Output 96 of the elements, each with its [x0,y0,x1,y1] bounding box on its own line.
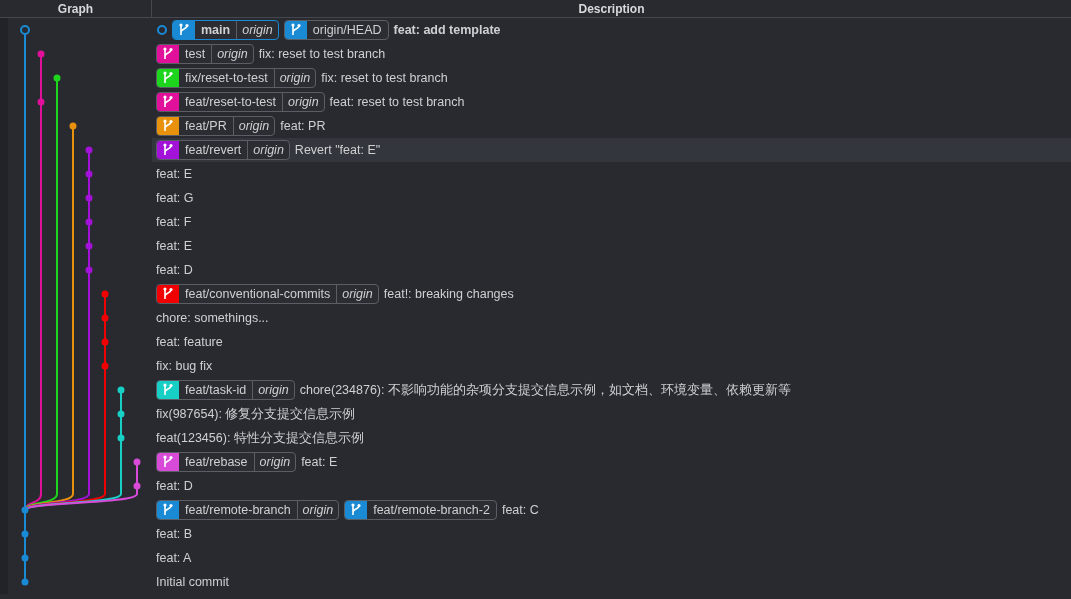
commit-row[interactable]: feat: D [152,258,1071,282]
commit-row[interactable]: feat/PR origin feat: PR [152,114,1071,138]
commit-message: Initial commit [156,575,229,589]
commit-row[interactable]: feat: G [152,186,1071,210]
commit-row[interactable]: feat: E [152,234,1071,258]
commit-row[interactable]: fix(987654): 修复分支提交信息示例 [152,402,1071,426]
branch-name: feat/task-id [184,382,248,399]
remote-name: origin [252,381,294,399]
branch-tag[interactable]: main origin [172,20,279,40]
commit-message: feat: feature [156,335,223,349]
remote-name: origin [282,93,324,111]
column-header: Graph [0,0,152,17]
remote-name: origin [253,453,296,471]
commit-message: fix: reset to test branch [258,47,386,61]
branch-name: feat/revert [184,142,243,159]
commit-message: feat: F [156,215,192,229]
commit-message: feat: D [156,479,193,493]
branch-name: feat/rebase [184,454,249,471]
commit-message: feat: C [501,503,539,517]
branch-icon [157,285,179,303]
branch-name: fix/reset-to-test [184,70,269,87]
commit-message: fix: reset to test branch [321,71,448,85]
branch-tag[interactable]: feat/remote-branch-2 [344,500,497,520]
branch-name: test [184,46,207,63]
commit-message: chore: somethings... [156,311,269,325]
branch-icon [345,501,368,519]
commit-message: feat: reset to test branch [329,95,465,109]
commit-row[interactable]: fix/reset-to-test origin fix: reset to test branch [152,66,1071,90]
branch-icon [157,501,179,519]
commit-row[interactable]: feat: A [152,546,1071,570]
commit-row[interactable]: main origin origin/HEAD feat: add template [152,18,1071,42]
branch-icon [284,21,307,39]
commit-message: feat: G [156,191,194,205]
remote-name: origin [232,117,275,135]
commit-row[interactable]: feat(123456): 特性分支提交信息示例 [152,426,1071,450]
branch-tag[interactable]: feat/PR origin [156,116,276,136]
branch-icon [157,117,179,135]
remote-name: origin [273,69,316,87]
commit-message: feat(123456): 特性分支提交信息示例 [156,429,364,447]
branch-tag[interactable]: feat/task-id origin [156,380,295,400]
commit-message: feat: PR [280,119,326,133]
commit-row[interactable]: fix: bug fix [152,354,1071,378]
commit-row[interactable]: feat/remote-branch origin feat/remote-branch-2 feat: C [152,498,1071,522]
branch-name: feat/remote-branch [184,502,292,519]
branch-icon [157,93,179,111]
commit-row[interactable]: feat/task-id origin chore(234876): 不影响功能的杂项分支提交信息示例，如文档、环境变量、依赖更新等 [152,378,1071,402]
branch-icon [157,453,179,471]
commit-message: Revert "feat: E" [294,143,381,157]
commit-message: feat: A [156,551,192,565]
commit-row[interactable]: feat/reset-to-test origin feat: reset to test branch [152,90,1071,114]
remote-name: origin [296,501,339,519]
commit-row[interactable]: feat: B [152,522,1071,546]
commit-message: fix(987654): 修复分支提交信息示例 [156,405,356,423]
commit-message: feat!: breaking changes [383,287,514,301]
branch-name: feat/reset-to-test [184,94,277,111]
remote-name: origin [211,45,253,63]
commit-row[interactable]: chore: somethings... [152,306,1071,330]
branch-name: feat/PR [184,118,228,135]
commit-row[interactable]: feat/conventional-commits origin feat!: breaking changes [152,282,1071,306]
branch-tag[interactable]: feat/remote-branch origin [156,500,340,520]
commit-row[interactable]: feat: E [152,162,1071,186]
branch-tag[interactable]: test origin [156,44,254,64]
branch-name: feat/conventional-commits [184,286,332,303]
commit-row[interactable]: feat/revert origin Revert "feat: E" [152,138,1071,162]
commit-row[interactable]: feat/rebase origin feat: E [152,450,1071,474]
commit-row[interactable]: feat: feature [152,330,1071,354]
branch-tag[interactable]: origin/HEAD [283,20,389,40]
commit-message: feat: E [156,167,193,181]
remote-name: origin [247,141,289,159]
commit-message: feat: E [301,455,338,469]
branch-icon [157,45,179,63]
commit-message: chore(234876): 不影响功能的杂项分支提交信息示例，如文档、环境变量、依赖更新等 [299,381,791,399]
column-header: Description [577,0,646,17]
branch-tag[interactable]: feat/revert origin [156,140,290,160]
branch-tag[interactable]: feat/rebase origin [156,452,297,472]
commit-message: fix: bug fix [156,359,213,373]
branch-name: feat/remote-branch-2 [372,502,491,519]
commit-message: feat: add template [393,23,501,37]
branch-tag[interactable]: fix/reset-to-test origin [156,68,317,88]
remote-name: origin [336,285,378,303]
branch-icon [157,381,179,399]
commit-row[interactable]: feat: D [152,474,1071,498]
branch-icon [173,21,195,39]
branch-name: origin/HEAD [311,22,383,39]
branch-name: main [200,22,232,39]
branch-tag[interactable]: feat/reset-to-test origin [156,92,325,112]
commit-row[interactable]: Initial commit [152,570,1071,594]
commit-row[interactable]: feat: F [152,210,1071,234]
commit-message: feat: B [156,527,193,541]
branch-icon [157,69,179,87]
commit-message: feat: D [156,263,193,277]
branch-tag[interactable]: feat/conventional-commits origin [156,284,379,304]
branch-icon [157,141,179,159]
commit-row[interactable]: test origin fix: reset to test branch [152,42,1071,66]
commit-message: feat: E [156,239,193,253]
remote-name: origin [236,21,278,39]
